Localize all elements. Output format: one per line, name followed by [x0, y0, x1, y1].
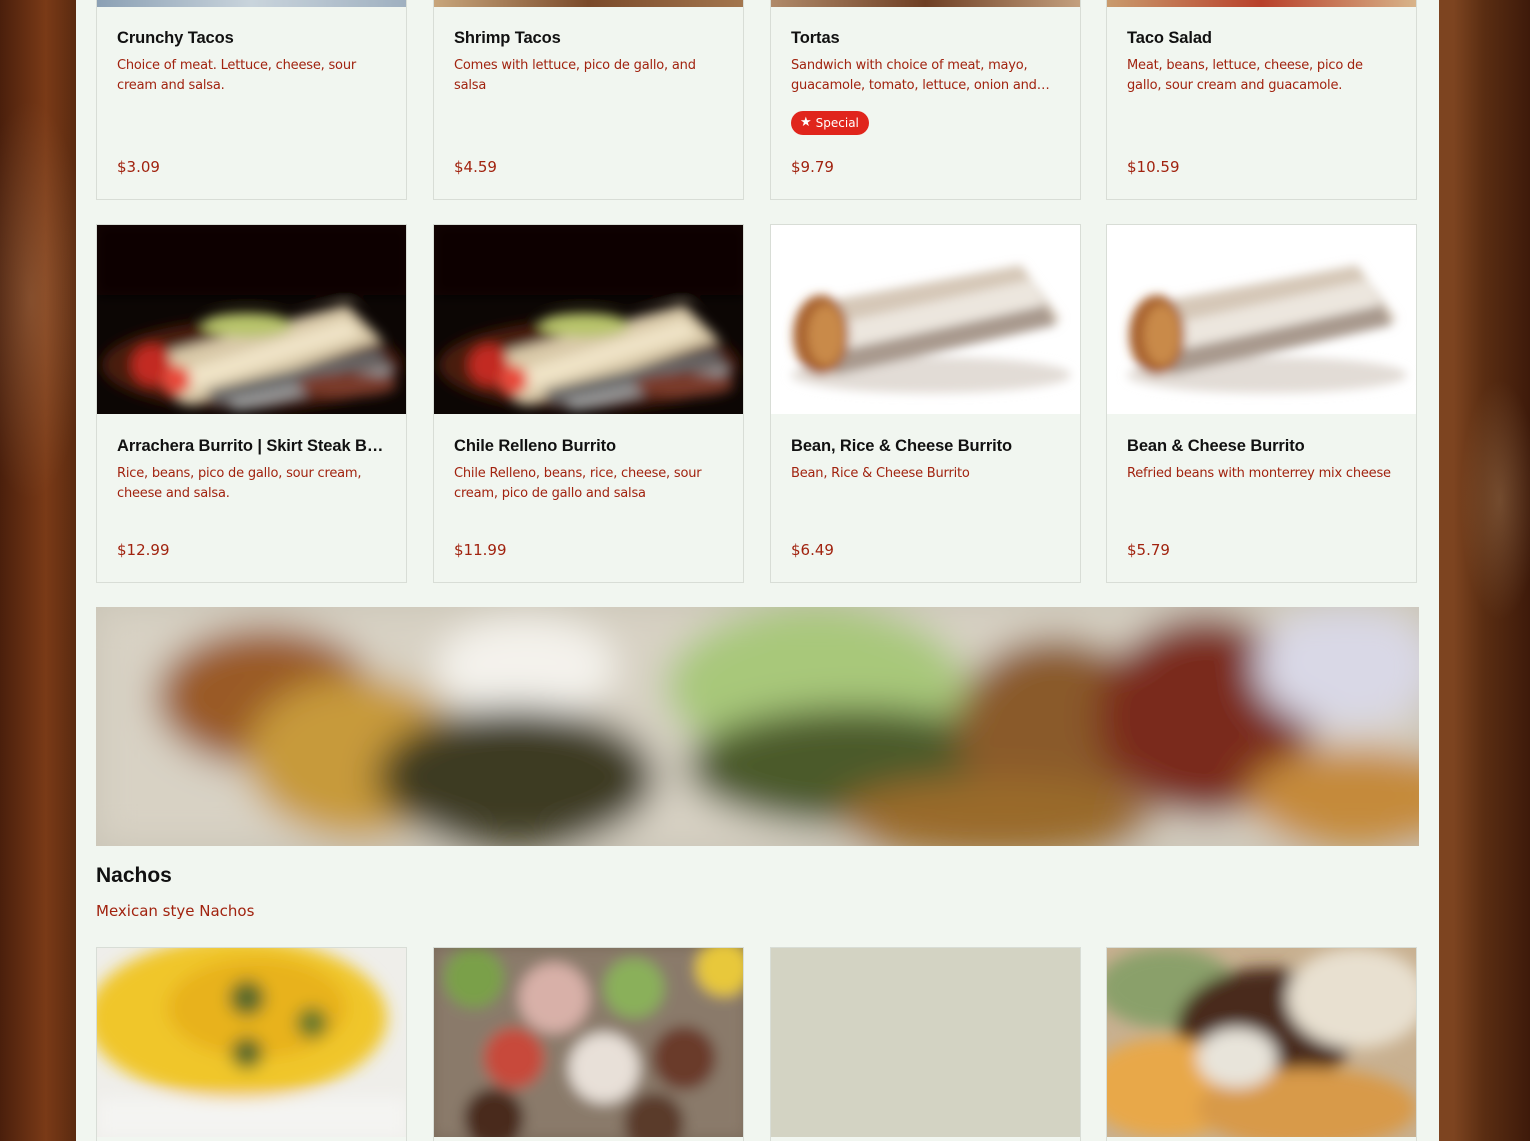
menu-item-description: Refried beans with monterrey mix cheese	[1127, 466, 1391, 481]
menu-item-title: Chile Relleno Burrito	[454, 437, 616, 455]
menu-item-card[interactable]	[433, 947, 744, 1141]
menu-item-image	[771, 225, 1080, 414]
menu-item-card[interactable]: Crunchy Tacos Choice of meat. Lettuce, c…	[96, 0, 407, 200]
menu-item-price: $5.79	[1127, 541, 1170, 559]
menu-item-price: $3.09	[117, 158, 160, 176]
menu-item-image	[434, 948, 743, 1137]
menu-item-price: $12.99	[117, 541, 170, 559]
menu-item-image	[771, 0, 1080, 7]
menu-item-title: Bean & Cheese Burrito	[1127, 437, 1305, 455]
special-badge: ★ Special	[791, 111, 869, 135]
menu-item-image	[97, 0, 406, 7]
menu-item-image	[1107, 0, 1416, 7]
menu-item-card[interactable]: Shrimp Tacos Comes with lettuce, pico de…	[433, 0, 744, 200]
menu-item-title: Tortas	[791, 29, 840, 47]
menu-item-title: Shrimp Tacos	[454, 29, 561, 47]
menu-item-image	[1107, 948, 1416, 1137]
menu-item-card[interactable]	[96, 947, 407, 1141]
menu-item-title: Arrachera Burrito | Skirt Steak Burrito	[117, 437, 388, 455]
menu-item-image	[434, 225, 743, 414]
menu-item-card[interactable]	[770, 947, 1081, 1141]
section-description: Mexican stye Nachos	[96, 902, 255, 920]
menu-item-image-placeholder	[771, 948, 1080, 1137]
menu-item-price: $10.59	[1127, 158, 1180, 176]
menu-item-price: $6.49	[791, 541, 834, 559]
menu-item-title: Crunchy Tacos	[117, 29, 234, 47]
menu-sheet: Crunchy Tacos Choice of meat. Lettuce, c…	[76, 0, 1439, 1141]
menu-item-card[interactable]: Arrachera Burrito | Skirt Steak Burrito …	[96, 224, 407, 583]
menu-item-image	[434, 0, 743, 7]
menu-item-card[interactable]: Bean, Rice & Cheese Burrito Bean, Rice &…	[770, 224, 1081, 583]
menu-item-price: $9.79	[791, 158, 834, 176]
menu-item-price: $11.99	[454, 541, 507, 559]
section-banner-image	[96, 607, 1419, 846]
menu-item-description: Choice of meat. Lettuce, cheese, sour cr…	[117, 58, 356, 93]
menu-item-card[interactable]	[1106, 947, 1417, 1141]
menu-item-title: Taco Salad	[1127, 29, 1212, 47]
menu-item-description: Meat, beans, lettuce, cheese, pico de ga…	[1127, 58, 1363, 93]
menu-item-card[interactable]: Tortas Sandwich with choice of meat, may…	[770, 0, 1081, 200]
menu-item-card[interactable]: Bean & Cheese Burrito Refried beans with…	[1106, 224, 1417, 583]
menu-item-description: Chile Relleno, beans, rice, cheese, sour…	[454, 466, 702, 501]
menu-item-title: Bean, Rice & Cheese Burrito	[791, 437, 1013, 455]
menu-item-card[interactable]: Chile Relleno Burrito Chile Relleno, bea…	[433, 224, 744, 583]
menu-item-image	[97, 225, 406, 414]
menu-item-description: Sandwich with choice of meat, mayo, guac…	[791, 58, 1037, 93]
menu-item-description: Bean, Rice & Cheese Burrito	[791, 466, 970, 481]
menu-item-image	[1107, 225, 1416, 414]
menu-item-description: Rice, beans, pico de gallo, sour cream, …	[117, 466, 362, 501]
star-icon: ★	[800, 115, 812, 130]
badge-label: Special	[815, 116, 859, 130]
menu-item-description: Comes with lettuce, pico de gallo, and s…	[454, 58, 696, 93]
menu-item-card[interactable]: Taco Salad Meat, beans, lettuce, cheese,…	[1106, 0, 1417, 200]
section-title: Nachos	[96, 864, 172, 887]
menu-item-price: $4.59	[454, 158, 497, 176]
menu-item-image	[97, 948, 406, 1137]
